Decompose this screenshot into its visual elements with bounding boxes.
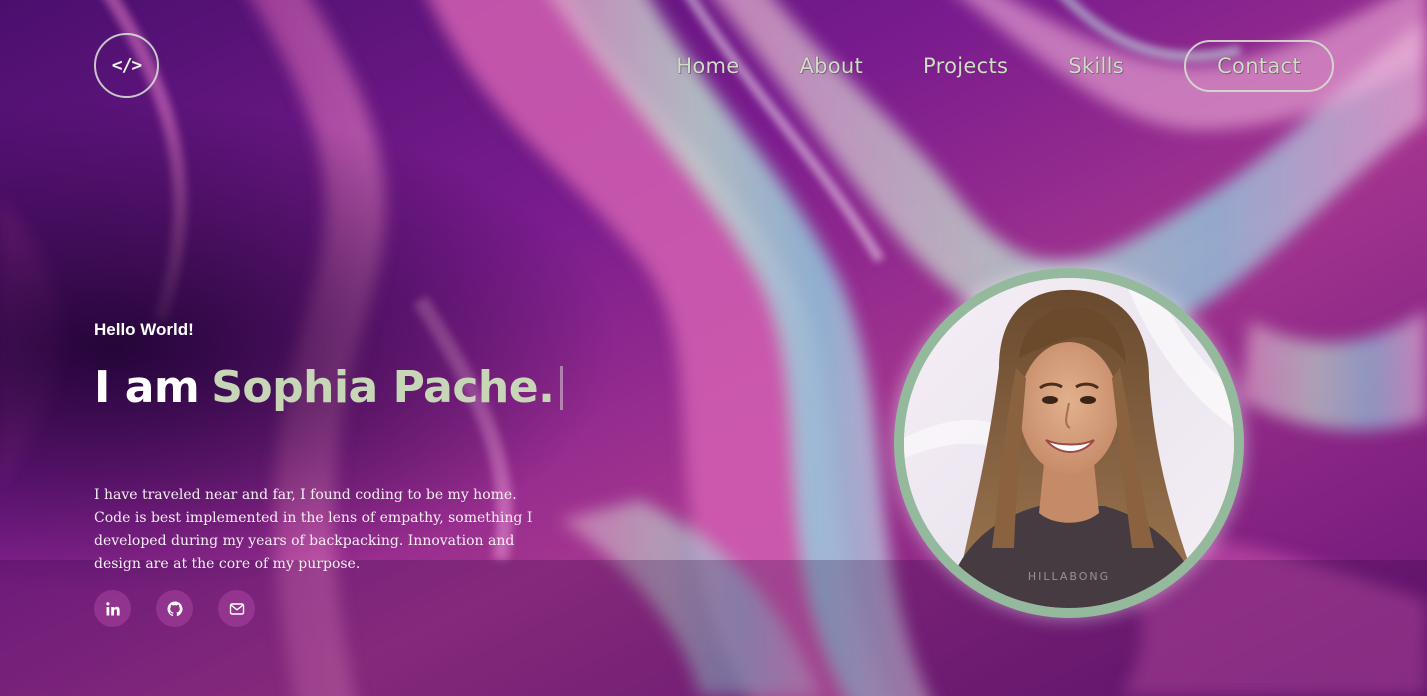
headline-prefix: I am <box>94 362 200 413</box>
nav-link-skills[interactable]: Skills <box>1068 54 1124 78</box>
main-nav: Home About Projects Skills Contact <box>676 39 1334 92</box>
linkedin-icon <box>105 601 120 615</box>
nav-link-about[interactable]: About <box>799 54 863 78</box>
contact-button[interactable]: Contact <box>1184 39 1334 92</box>
page: </> Home About Projects Skills Contact H… <box>0 0 1427 696</box>
greeting-text: Hello World! <box>94 320 194 339</box>
github-icon <box>167 601 182 616</box>
profile-photo: HILLABONG <box>904 278 1234 608</box>
email-button[interactable] <box>218 590 255 627</box>
logo-button[interactable]: </> <box>94 33 159 98</box>
nav-link-home[interactable]: Home <box>676 54 739 78</box>
shirt-logo-text: HILLABONG <box>1027 570 1111 583</box>
social-links <box>94 590 280 627</box>
bio-paragraph: I have traveled near and far, I found co… <box>94 487 533 572</box>
typing-cursor <box>560 365 564 410</box>
nav-link-projects[interactable]: Projects <box>923 54 1008 78</box>
hero-headline: I am Sophia Pache. <box>94 362 564 413</box>
code-icon: </> <box>111 55 142 76</box>
profile-photo-frame: HILLABONG <box>894 268 1244 618</box>
mail-icon <box>229 602 244 615</box>
github-button[interactable] <box>156 590 193 627</box>
headline-name: Sophia Pache. <box>211 362 555 413</box>
linkedin-button[interactable] <box>94 590 131 627</box>
